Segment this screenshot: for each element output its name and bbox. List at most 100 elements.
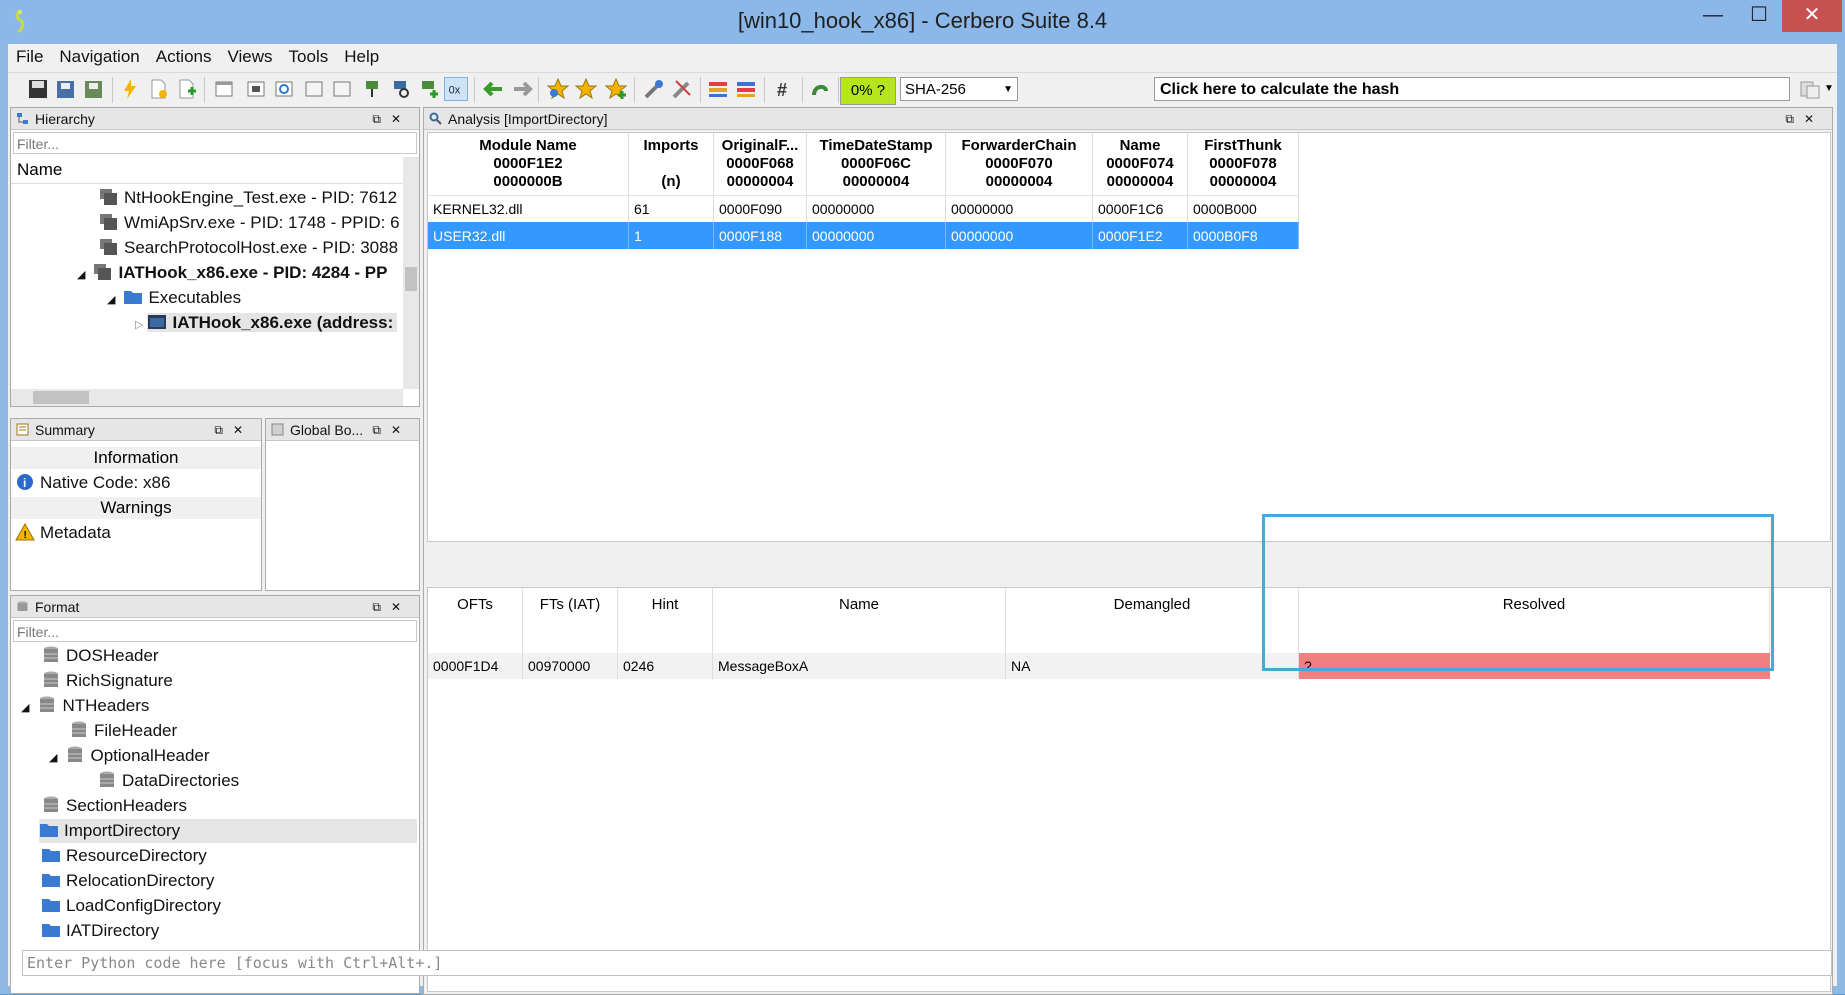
cell-ft[interactable]: 00970000	[522, 653, 618, 679]
hierarchy-filter-input[interactable]: Filter...	[13, 132, 417, 154]
col-imports[interactable]: Imports (n)	[628, 133, 714, 195]
format-item-datadirectories[interactable]: DataDirectories	[97, 769, 411, 793]
format-item-relocationdirectory[interactable]: RelocationDirectory	[41, 869, 411, 893]
panel-float-close-icon[interactable]: ⧉✕	[1785, 108, 1824, 130]
panel-icon[interactable]	[302, 77, 326, 101]
cell-name[interactable]: 0000F1C6	[1092, 194, 1188, 222]
save-project-icon[interactable]	[54, 77, 78, 101]
panel2-icon[interactable]	[330, 77, 354, 101]
wrench-icon[interactable]	[670, 77, 694, 101]
col-module-name[interactable]: Module Name 0000F1E2 0000000B	[428, 133, 629, 195]
metadata-warning-item[interactable]: ! Metadata	[15, 521, 259, 545]
tree-item-process-selected[interactable]: ◢ IATHook_x86.exe - PID: 4284 - PP	[77, 261, 405, 285]
format-item-ntheaders[interactable]: ◢ NTHeaders	[21, 694, 411, 718]
expand-arrow-icon[interactable]: ◢	[49, 752, 57, 764]
cell-demangled[interactable]: NA	[1005, 653, 1299, 679]
cell-firstthunk[interactable]: 0000B000	[1187, 194, 1299, 222]
cell-resolved[interactable]: ?	[1298, 653, 1770, 679]
format-item-fileheader[interactable]: FileHeader	[69, 719, 411, 743]
add-file-icon[interactable]	[174, 77, 198, 101]
expand-arrow-icon[interactable]: ◢	[77, 269, 85, 281]
save-icon[interactable]	[26, 77, 50, 101]
star-add-icon[interactable]	[604, 77, 628, 101]
col-originalfirstthunk[interactable]: OriginalF... 0000F068 00000004	[713, 133, 807, 195]
minimize-button[interactable]: —	[1690, 0, 1736, 32]
close-button[interactable]: ✕	[1782, 0, 1842, 32]
cell-name[interactable]: 0000F1E2	[1092, 222, 1188, 249]
color-bars-2-icon[interactable]	[734, 77, 758, 101]
new-file-icon[interactable]	[146, 77, 170, 101]
hash-algorithm-select[interactable]: SHA-256 ▼	[900, 77, 1018, 101]
toolbar-overflow-icon[interactable]: ▼	[1824, 83, 1834, 94]
menu-help[interactable]: Help	[336, 44, 387, 67]
col-firstthunk[interactable]: FirstThunk 0000F078 00000004	[1187, 133, 1299, 195]
tree-up-icon[interactable]	[360, 77, 384, 101]
hex-view-icon[interactable]: 0x	[444, 77, 468, 101]
hierarchy-hscrollbar[interactable]	[11, 389, 403, 406]
format-item-loadconfigdirectory[interactable]: LoadConfigDirectory	[41, 894, 411, 918]
python-console-input[interactable]: Enter Python code here [focus with Ctrl+…	[22, 950, 1832, 976]
col-ofts[interactable]: OFTs	[428, 588, 523, 653]
menu-file[interactable]: File	[8, 44, 51, 67]
cell-module-name[interactable]: KERNEL32.dll	[428, 194, 629, 222]
menu-views[interactable]: Views	[219, 44, 280, 67]
menu-actions[interactable]: Actions	[148, 44, 220, 67]
cell-name[interactable]: MessageBoxA	[712, 653, 1006, 679]
menu-tools[interactable]: Tools	[281, 44, 337, 67]
native-code-item[interactable]: i Native Code: x86	[15, 471, 259, 495]
panel-float-close-icon[interactable]: ⧉✕	[372, 419, 411, 441]
format-item-dosheader[interactable]: DOSHeader	[41, 644, 411, 668]
cell-module-name[interactable]: USER32.dll	[428, 222, 629, 249]
format-item-sectionheaders[interactable]: SectionHeaders	[41, 794, 411, 818]
cell-oft[interactable]: 0000F1D4	[428, 653, 523, 679]
col-forwarderchain[interactable]: ForwarderChain 0000F070 00000004	[945, 133, 1093, 195]
cell-imports[interactable]: 1	[628, 222, 714, 249]
col-name[interactable]: Name	[712, 588, 1006, 653]
panel-float-close-icon[interactable]: ⧉✕	[372, 108, 411, 130]
col-demangled[interactable]: Demangled	[1005, 588, 1299, 653]
expand-arrow-icon[interactable]: ◢	[21, 702, 29, 714]
format-item-importdirectory-selected[interactable]: ImportDirectory	[39, 819, 417, 843]
progress-percent[interactable]: 0% ?	[840, 77, 896, 105]
cell-firstthunk[interactable]: 0000B0F8	[1187, 222, 1299, 249]
hierarchy-column-header[interactable]: Name	[11, 157, 403, 184]
tree-item-executables[interactable]: ◢ Executables	[107, 286, 405, 310]
disk-icon[interactable]	[244, 77, 268, 101]
cell-oft[interactable]: 0000F090	[713, 194, 807, 222]
cell-hint[interactable]: 0246	[617, 653, 713, 679]
table-row[interactable]: 0000F1D4 00970000 0246 MessageBoxA NA ?	[428, 653, 1770, 679]
cell-imports[interactable]: 61	[628, 194, 714, 222]
export-icon[interactable]	[82, 77, 106, 101]
hash-icon[interactable]: #	[772, 77, 796, 101]
tree-item-process[interactable]: WmiApSrv.exe - PID: 1748 - PPID: 6	[99, 211, 405, 235]
col-resolved[interactable]: Resolved	[1298, 588, 1770, 653]
format-item-optionalheader[interactable]: ◢ OptionalHeader	[49, 744, 411, 768]
tree-find-icon[interactable]	[388, 77, 412, 101]
hierarchy-vscrollbar[interactable]	[403, 157, 419, 389]
panel-float-close-icon[interactable]: ⧉✕	[372, 596, 411, 618]
table-row-selected[interactable]: USER32.dll 1 0000F188 00000000 00000000 …	[428, 222, 1299, 249]
cell-forwarder[interactable]: 00000000	[945, 194, 1093, 222]
bookmark-star-icon[interactable]	[546, 77, 570, 101]
calculate-hash-button[interactable]: Click here to calculate the hash	[1154, 77, 1790, 101]
col-timedatestamp[interactable]: TimeDateStamp 0000F06C 00000004	[806, 133, 946, 195]
format-item-resourcedirectory[interactable]: ResourceDirectory	[41, 844, 411, 868]
col-fts-iat[interactable]: FTs (IAT)	[522, 588, 618, 653]
cell-forwarder[interactable]: 00000000	[945, 222, 1093, 249]
col-hint[interactable]: Hint	[617, 588, 713, 653]
refresh-icon[interactable]	[272, 77, 296, 101]
format-item-iatdirectory[interactable]: IATDirectory	[41, 919, 411, 943]
cell-timestamp[interactable]: 00000000	[806, 194, 946, 222]
window-icon[interactable]	[212, 77, 236, 101]
tree-item-executable[interactable]: ▷ IATHook_x86.exe (address:	[135, 311, 405, 335]
python-icon[interactable]	[808, 77, 832, 101]
copy-icon[interactable]	[1798, 77, 1822, 101]
table-row[interactable]: KERNEL32.dll 61 0000F090 00000000 000000…	[428, 194, 1299, 222]
tree-add-icon[interactable]	[416, 77, 440, 101]
expand-arrow-icon[interactable]: ◢	[107, 294, 115, 306]
cell-oft[interactable]: 0000F188	[713, 222, 807, 249]
format-filter-input[interactable]: Filter...	[13, 620, 417, 642]
back-arrow-icon[interactable]	[482, 77, 506, 101]
menu-navigation[interactable]: Navigation	[51, 44, 147, 67]
color-bars-icon[interactable]	[706, 77, 730, 101]
